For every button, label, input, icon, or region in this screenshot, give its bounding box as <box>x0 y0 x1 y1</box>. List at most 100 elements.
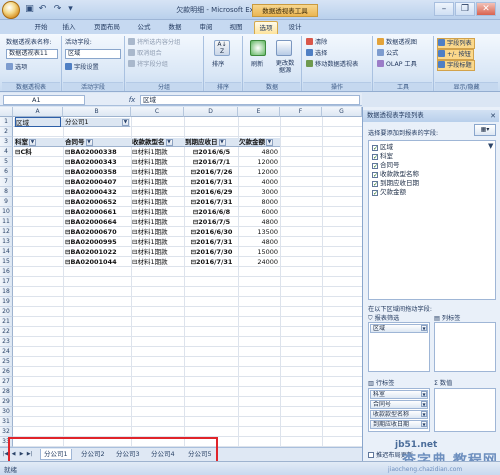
select-button[interactable]: 选择 <box>306 49 327 58</box>
contract-cell[interactable]: ⊟BA02001044 <box>65 257 129 267</box>
pivot-filter-field[interactable]: 区域 <box>15 117 61 127</box>
row-header[interactable]: 25 <box>0 357 13 367</box>
row-header[interactable]: 13 <box>0 237 13 247</box>
amount-cell[interactable]: 15000 <box>239 247 278 257</box>
type-cell[interactable]: ⊟材料1期款 <box>132 147 184 157</box>
field-headers-toggle[interactable]: 字段标题 <box>437 60 475 71</box>
date-cell[interactable]: ⊟2016/7/30 <box>185 247 238 257</box>
tab-home[interactable]: 开始 <box>30 21 52 34</box>
field-checkbox[interactable]: ✓ <box>372 190 378 197</box>
date-cell[interactable]: ⊟2016/7/31 <box>185 257 238 267</box>
type-cell[interactable]: ⊟材料1期款 <box>132 157 184 167</box>
tab-options[interactable]: 选项 <box>254 21 278 34</box>
pane-layout-icon[interactable]: ▦▾ <box>474 124 496 136</box>
amount-cell[interactable]: 8000 <box>239 197 278 207</box>
date-cell[interactable]: ⊟2016/6/29 <box>185 187 238 197</box>
row-header[interactable]: 4 <box>0 147 13 157</box>
field-checkbox[interactable]: ✓ <box>372 181 378 188</box>
tab-review[interactable]: 审阅 <box>195 21 217 34</box>
tab-insert[interactable]: 插入 <box>58 21 80 34</box>
undo-icon[interactable]: ↶ <box>37 4 48 15</box>
restore-icon[interactable]: ❐ <box>455 2 475 16</box>
amount-cell[interactable]: 13500 <box>239 227 278 237</box>
row-chip[interactable]: 收款款型名称 ▼ <box>370 410 428 419</box>
amount-cell[interactable]: 12000 <box>239 167 278 177</box>
date-cell[interactable]: ⊟2016/7/31 <box>185 177 238 187</box>
contract-cell[interactable]: ⊟BA02000343 <box>65 157 129 167</box>
column-header[interactable]: D <box>184 107 238 117</box>
column-zone[interactable] <box>434 322 496 372</box>
filter-dropdown-icon[interactable]: ▼ <box>121 118 129 126</box>
row-header[interactable]: 31 <box>0 417 13 427</box>
contract-cell[interactable]: ⊟BA02000670 <box>65 227 129 237</box>
field-item[interactable]: ✓ 合同号 <box>372 161 400 170</box>
group-field-button[interactable]: 将字段分组 <box>128 60 168 69</box>
field-checkbox[interactable]: ✓ <box>372 172 378 179</box>
amount-cell[interactable]: 12000 <box>239 157 278 167</box>
pivot-options-button[interactable]: 选项 <box>6 63 27 72</box>
contract-cell[interactable]: ⊟BA02000407 <box>65 177 129 187</box>
type-cell[interactable]: ⊟材料1期款 <box>132 197 184 207</box>
redo-icon[interactable]: ↷ <box>52 4 63 15</box>
pivot-header-contract[interactable]: 合同号 ▼ <box>65 137 129 147</box>
row-header[interactable]: 3 <box>0 137 13 147</box>
row-header[interactable]: 8 <box>0 187 13 197</box>
cancel-group-button[interactable]: 取消组合 <box>128 49 162 58</box>
row-header[interactable]: 30 <box>0 407 13 417</box>
name-box[interactable]: A1 <box>3 95 85 105</box>
row-header[interactable]: 24 <box>0 347 13 357</box>
chevron-down-icon[interactable]: ▼ <box>421 401 427 407</box>
pivot-dept-cell[interactable]: ⊟C科 <box>15 147 61 157</box>
date-cell[interactable]: ⊟2016/7/31 <box>185 197 238 207</box>
dept-dropdown-icon[interactable]: ▼ <box>29 138 36 146</box>
type-dropdown-icon[interactable]: ▼ <box>165 138 173 146</box>
contract-dropdown-icon[interactable]: ▼ <box>85 138 93 146</box>
type-cell[interactable]: ⊟材料1期款 <box>132 257 184 267</box>
row-header[interactable]: 7 <box>0 177 13 187</box>
row-header[interactable]: 17 <box>0 277 13 287</box>
row-chip[interactable]: 合同号 ▼ <box>370 400 428 409</box>
row-header[interactable]: 15 <box>0 257 13 267</box>
amount-cell[interactable]: 4800 <box>239 217 278 227</box>
amount-cell[interactable]: 24000 <box>239 257 278 267</box>
date-cell[interactable]: ⊟2016/6/30 <box>185 227 238 237</box>
row-header[interactable]: 26 <box>0 367 13 377</box>
type-cell[interactable]: ⊟材料1期款 <box>132 247 184 257</box>
amount-dropdown-icon[interactable]: ▼ <box>266 138 273 146</box>
formula-input[interactable]: 区域 <box>140 95 360 105</box>
field-item[interactable]: ✓ 到期应收日期 <box>372 179 419 188</box>
date-cell[interactable]: ⊟2016/6/8 <box>185 207 238 217</box>
date-cell[interactable]: ⊟2016/6/5 <box>185 147 238 157</box>
row-header[interactable]: 2 <box>0 127 13 137</box>
row-header[interactable]: 18 <box>0 287 13 297</box>
pivot-chart-button[interactable]: 数据透视图 <box>377 38 417 47</box>
amount-cell[interactable]: 4800 <box>239 147 278 157</box>
move-pivot-button[interactable]: 移动数据透视表 <box>306 60 358 69</box>
row-header[interactable]: 23 <box>0 337 13 347</box>
type-cell[interactable]: ⊟材料1期款 <box>132 207 184 217</box>
pivot-header-amount[interactable]: 欠款金额 ▼ <box>239 137 280 147</box>
field-list-toggle[interactable]: 字段列表 <box>437 38 475 49</box>
contract-cell[interactable]: ⊟BA02000661 <box>65 207 129 217</box>
tab-page-layout[interactable]: 页面布局 <box>90 21 124 34</box>
minimize-icon[interactable]: – <box>434 2 454 16</box>
contract-cell[interactable]: ⊟BA02000432 <box>65 187 129 197</box>
pivot-header-type[interactable]: 收款款型名 ▼ <box>132 137 184 147</box>
field-item[interactable]: ✓ 区域 <box>372 143 393 152</box>
row-header[interactable]: 9 <box>0 197 13 207</box>
formulas-button[interactable]: 公式 <box>377 49 398 58</box>
pivot-name-input[interactable]: 数据透视表11 <box>6 49 58 59</box>
field-settings-button[interactable]: 字段设置 <box>65 63 99 72</box>
refresh-icon[interactable] <box>250 40 266 56</box>
office-button[interactable] <box>2 1 20 19</box>
field-item[interactable]: ✓ 收款款型名称 <box>372 170 419 179</box>
defer-checkbox[interactable] <box>368 452 374 458</box>
column-header[interactable]: B <box>63 107 131 117</box>
type-cell[interactable]: ⊟材料1期款 <box>132 187 184 197</box>
amount-cell[interactable]: 3000 <box>239 187 278 197</box>
row-header[interactable]: 19 <box>0 297 13 307</box>
field-checkbox[interactable]: ✓ <box>372 163 378 170</box>
customize-toolbar-icon[interactable]: ▾ <box>65 4 76 15</box>
contract-cell[interactable]: ⊟BA02000652 <box>65 197 129 207</box>
refresh-button[interactable]: 刷新 <box>251 60 263 69</box>
